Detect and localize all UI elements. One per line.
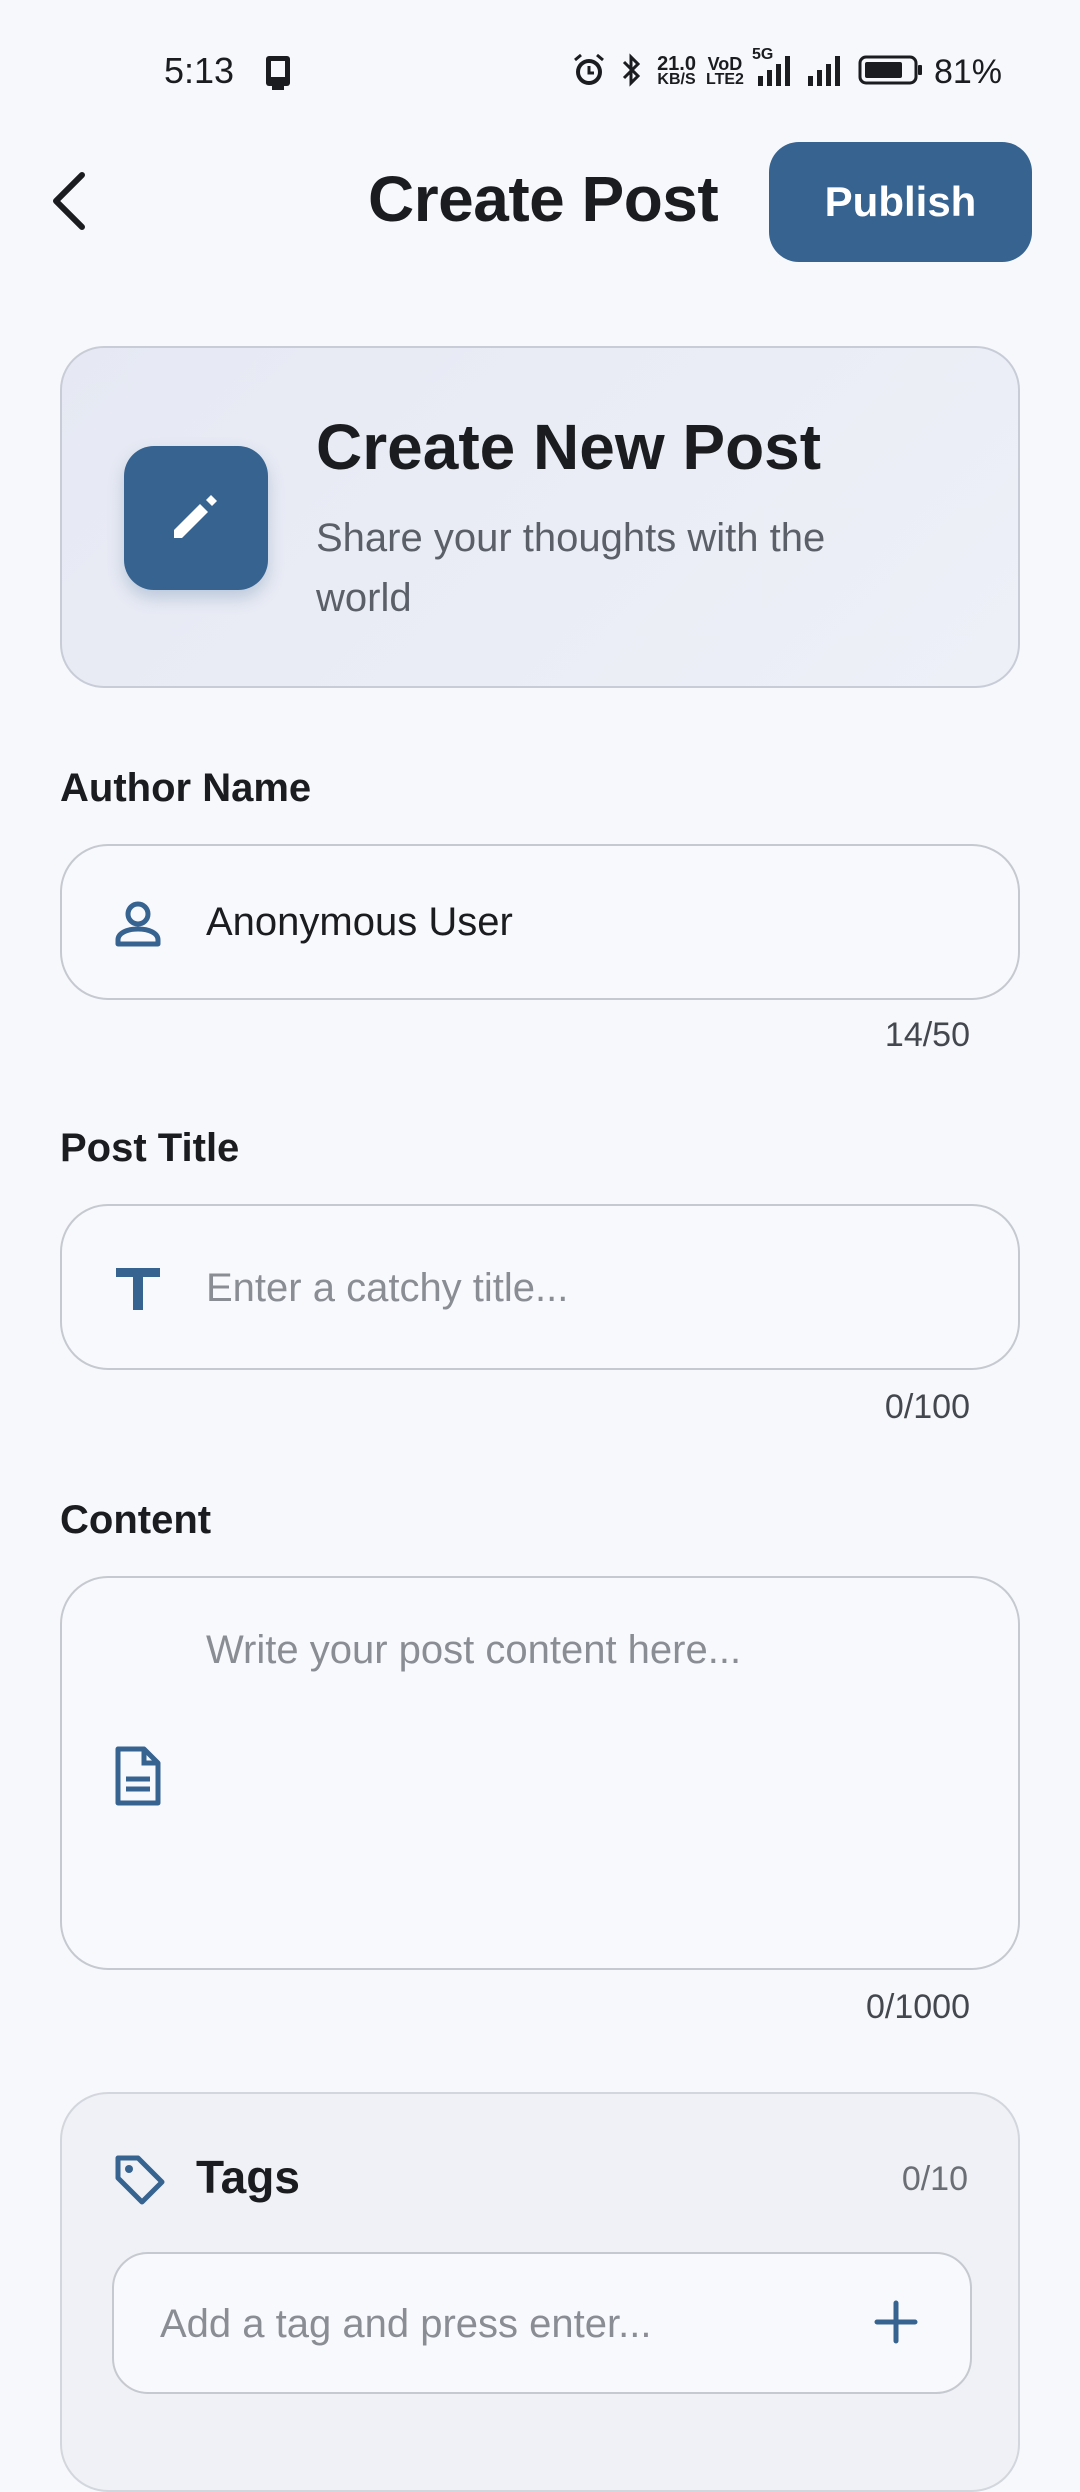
net-speed-value: 21.0 — [657, 53, 696, 75]
title-text-icon — [106, 1256, 170, 1320]
add-tag-button[interactable] — [866, 2294, 926, 2354]
tags-card: Tags 0/10 — [60, 2092, 1020, 2492]
tags-title: Tags — [196, 2151, 300, 2203]
signal-5g-icon: 5G — [752, 46, 794, 93]
phone-notification-icon — [262, 54, 294, 90]
post-title-field[interactable] — [60, 1204, 1020, 1370]
signal-icon — [804, 52, 848, 93]
author-name-counter: 14/50 — [884, 1016, 970, 1054]
banner-icon-tile — [124, 446, 268, 590]
net-speed: 21.0 KB/S — [657, 53, 696, 88]
document-icon — [106, 1744, 170, 1808]
publish-button[interactable]: Publish — [769, 142, 1032, 262]
tags-count: 0/10 — [901, 2160, 968, 2198]
edit-pencil-icon — [166, 486, 226, 551]
app-bar: Create Post Publish — [0, 140, 1080, 270]
banner-subtitle: Share your thoughts with the world — [316, 516, 826, 620]
author-name-field[interactable] — [60, 844, 1020, 1000]
content-counter: 0/1000 — [866, 1988, 970, 2026]
alarm-icon — [571, 52, 607, 93]
volte-bottom: LTE2 — [706, 71, 744, 88]
battery-percent: 81% — [933, 52, 1002, 91]
author-name-label: Author Name — [60, 766, 312, 810]
status-bar: 5:13 21.0 KB/S VoD LTE2 5G 81% — [0, 0, 1080, 140]
status-icons: 21.0 KB/S VoD LTE2 5G 81% — [571, 46, 1002, 94]
post-title-counter: 0/100 — [884, 1388, 970, 1426]
tag-input[interactable] — [160, 2294, 840, 2354]
content-textarea[interactable] — [206, 1628, 978, 1928]
bluetooth-icon — [617, 52, 647, 93]
post-title-label: Post Title — [60, 1126, 240, 1170]
author-name-input[interactable] — [206, 892, 978, 952]
tag-icon — [112, 2152, 168, 2208]
network-type: 5G — [751, 45, 774, 63]
plus-icon — [873, 2299, 919, 2350]
page-title: Create Post — [368, 163, 719, 235]
post-title-input[interactable] — [206, 1258, 978, 1318]
net-speed-unit: KB/S — [657, 71, 696, 88]
volte-top: VoD — [707, 54, 743, 74]
arrow-back-icon — [46, 171, 96, 236]
volte-indicator: VoD LTE2 — [706, 54, 744, 88]
status-time: 5:13 — [164, 50, 235, 91]
banner-title: Create New Post — [316, 411, 822, 483]
person-icon — [106, 892, 170, 956]
tag-input-field[interactable] — [112, 2252, 972, 2394]
create-post-banner: Create New Post Share your thoughts with… — [60, 346, 1020, 688]
content-field[interactable] — [60, 1576, 1020, 1970]
battery-icon — [858, 52, 924, 93]
back-button[interactable] — [36, 168, 106, 238]
content-label: Content — [60, 1498, 212, 1542]
